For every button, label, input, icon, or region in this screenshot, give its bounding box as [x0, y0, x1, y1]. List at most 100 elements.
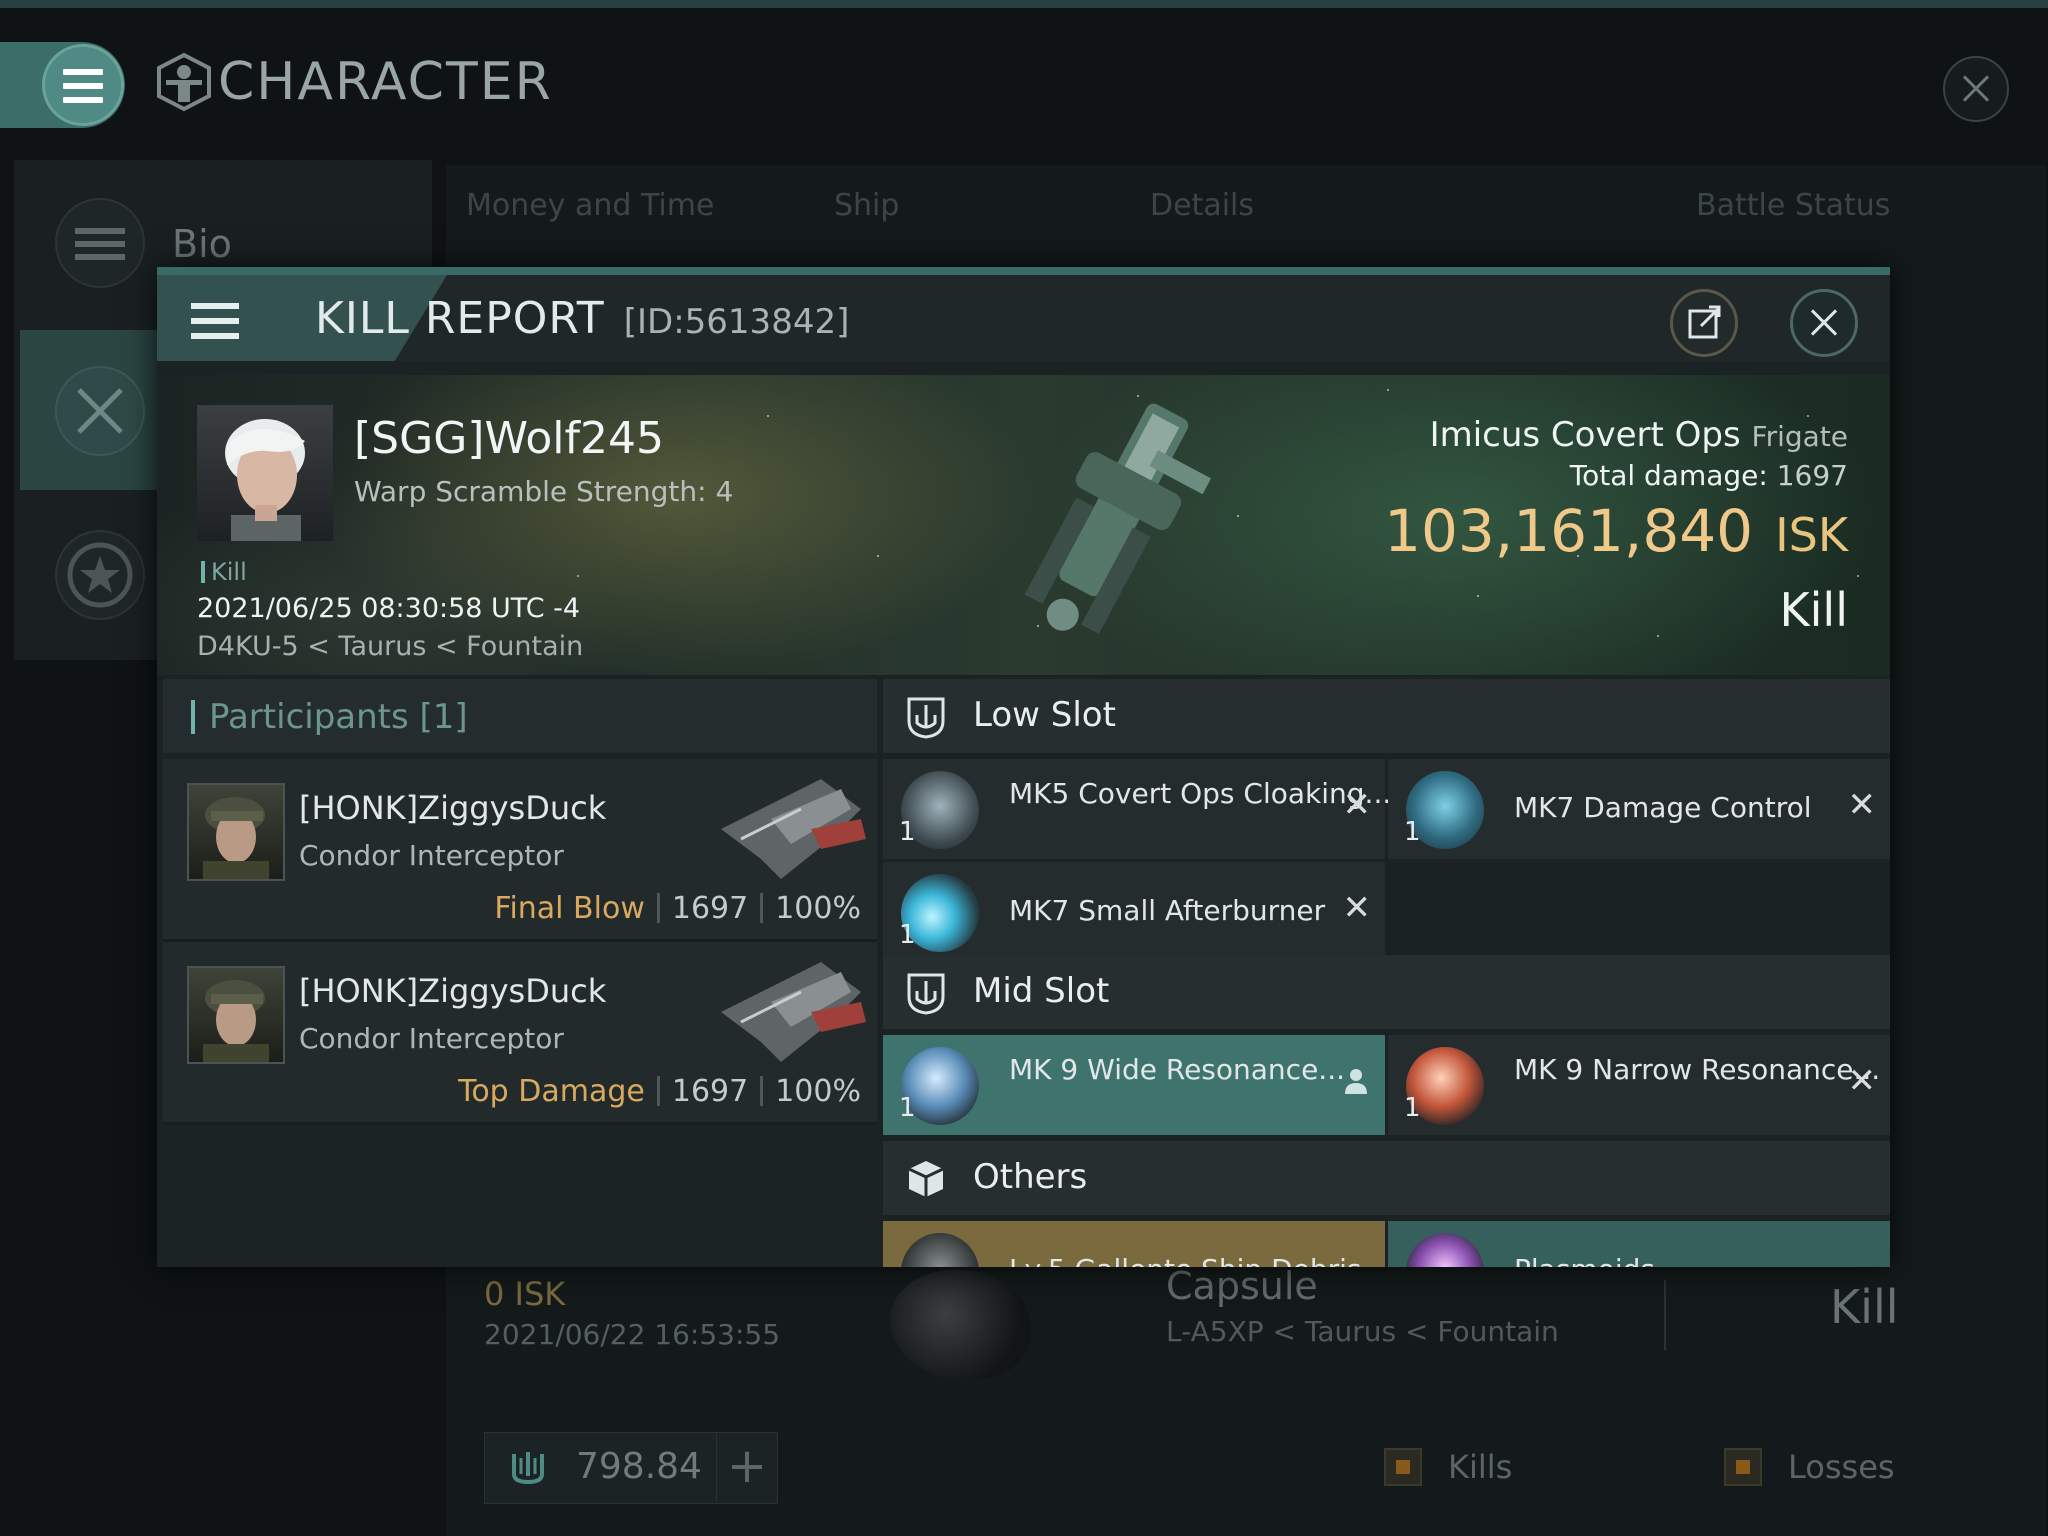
low-slot-item[interactable]: 1 MK7 Small Afterburner ✕: [883, 862, 1385, 962]
victim-name[interactable]: [SGG]Wolf245: [354, 413, 664, 464]
total-damage-line: Total damage: 1697: [1570, 459, 1848, 492]
row-isk: 0 ISK: [484, 1275, 566, 1313]
footer-currency-value: 798.84: [576, 1446, 702, 1487]
share-button[interactable]: [1670, 289, 1738, 357]
victim-ship-name[interactable]: Imicus Covert Ops: [1430, 415, 1741, 455]
modal-title-group: KILL REPORT [ID:5613842]: [315, 293, 849, 344]
low-slot-item[interactable]: 1 MK7 Damage Control ✕: [1388, 759, 1890, 859]
kill-summary-banner: [SGG]Wolf245 Warp Scramble Strength: 4 K…: [157, 375, 1890, 675]
plasmoids-icon: [1406, 1233, 1484, 1267]
star-badge-icon: [67, 542, 133, 608]
item-name: MK 9 Narrow Resonance...: [1514, 1053, 1881, 1086]
cargo-box-icon: [908, 1161, 944, 1197]
victim-ship-image[interactable]: [917, 375, 1297, 675]
participant-avatar: [203, 797, 269, 879]
slot-shield-icon: [907, 697, 945, 739]
legend-kills-label[interactable]: Kills: [1448, 1448, 1512, 1486]
row-ship-name: Capsule: [1166, 1264, 1318, 1308]
modal-close-button[interactable]: [1790, 289, 1858, 357]
others-header: Others: [883, 1141, 1890, 1215]
kill-datetime: 2021/06/25 08:30:58 UTC -4: [197, 593, 581, 624]
participant-ship-image: [721, 962, 866, 1062]
participant-portrait[interactable]: [187, 783, 285, 881]
participant-ship-image: [721, 779, 866, 879]
item-quantity: 1: [899, 920, 916, 950]
participant-avatar: [203, 980, 269, 1062]
column-header-money[interactable]: Money and Time: [466, 188, 714, 223]
item-quantity: 1: [899, 1093, 916, 1123]
destroyed-icon: ✕: [1342, 888, 1372, 928]
participant-row[interactable]: [HONK]ZiggysDuck Condor Interceptor Top …: [163, 942, 877, 1125]
screen-title: CHARACTER: [218, 52, 553, 112]
screen-close-button[interactable]: [1943, 56, 2009, 122]
mid-slot-label: Mid Slot: [973, 971, 1110, 1011]
hamburger-menu-icon: [191, 303, 239, 343]
others-label: Others: [973, 1157, 1088, 1197]
slot-shield-icon: [907, 973, 945, 1015]
footer-add-button[interactable]: +: [716, 1432, 777, 1502]
participant-name[interactable]: [HONK]ZiggysDuck: [299, 789, 606, 827]
row-date: 2021/06/22 16:53:55: [484, 1318, 781, 1351]
modal-accent-line: [157, 267, 1890, 275]
item-quantity: 1: [1404, 1093, 1421, 1123]
column-header-ship[interactable]: Ship: [834, 188, 899, 223]
currency-icon: [512, 1452, 544, 1485]
legend-losses-swatch[interactable]: [1724, 1448, 1762, 1486]
person-icon: [1345, 1069, 1367, 1094]
battle-nav-icon[interactable]: [55, 366, 145, 456]
mid-slot-header: Mid Slot: [883, 955, 1890, 1029]
item-name: MK7 Small Afterburner: [1009, 894, 1326, 927]
legend-losses-label[interactable]: Losses: [1788, 1448, 1895, 1486]
isk-value-line: 103,161,840 ISK: [1384, 497, 1848, 565]
participant-damage: 1697: [671, 891, 749, 926]
item-name: Plasmoids: [1514, 1253, 1655, 1267]
kill-report-id: [ID:5613842]: [623, 302, 850, 342]
participant-ship: Condor Interceptor: [299, 839, 564, 872]
item-name: MK 9 Wide Resonance...: [1009, 1053, 1345, 1086]
modal-title: KILL REPORT: [315, 293, 605, 344]
row-location: L-A5XP < Taurus < Fountain: [1166, 1315, 1559, 1348]
low-slot-header: Low Slot: [883, 679, 1890, 753]
participant-stats: Top Damage 1697 100%: [458, 1074, 861, 1109]
low-slot-item[interactable]: 1 MK5 Covert Ops Cloaking... ✕: [883, 759, 1391, 859]
participant-name[interactable]: [HONK]ZiggysDuck: [299, 972, 606, 1010]
bio-nav-icon[interactable]: [55, 198, 145, 288]
total-damage-label: Total damage:: [1569, 459, 1768, 492]
cargo-item[interactable]: Lv.5 Gallente Ship Debris: [883, 1221, 1385, 1267]
item-name: Lv.5 Gallente Ship Debris: [1009, 1253, 1362, 1267]
low-slot-label: Low Slot: [973, 695, 1116, 735]
participant-row[interactable]: [HONK]ZiggysDuck Condor Interceptor Fina…: [163, 759, 877, 942]
top-accent-line: [0, 0, 2048, 8]
isk-value: 103,161,840: [1384, 497, 1754, 565]
side-nav-bio-label[interactable]: Bio: [172, 222, 232, 266]
legend-kills-swatch[interactable]: [1384, 1448, 1422, 1486]
participant-role: Final Blow: [494, 891, 645, 926]
kill-location: D4KU-5 < Taurus < Fountain: [197, 631, 584, 662]
item-quantity: 1: [899, 817, 916, 847]
share-icon: [1688, 305, 1721, 339]
kill-tag: Kill: [201, 558, 247, 586]
mid-slot-item[interactable]: 1 MK 9 Narrow Resonance... ✕: [1388, 1035, 1890, 1135]
victim-avatar: [225, 419, 305, 541]
total-damage-value: 1697: [1776, 459, 1848, 492]
participant-role: Top Damage: [458, 1074, 645, 1109]
victim-portrait[interactable]: [197, 405, 333, 541]
participant-portrait[interactable]: [187, 966, 285, 1064]
isk-unit: ISK: [1775, 508, 1848, 562]
item-quantity: 1: [1404, 817, 1421, 847]
participants-panel: Participants [1] [HONK]ZiggysDuck Condor…: [163, 679, 877, 1267]
participants-title: Participants [1]: [191, 697, 468, 737]
ship-debris-icon: [901, 1233, 979, 1267]
column-header-battle-status[interactable]: Battle Status: [1696, 188, 1890, 223]
column-header-details[interactable]: Details: [1150, 188, 1254, 223]
mid-slot-item[interactable]: 1 MK 9 Wide Resonance...: [883, 1035, 1385, 1135]
participant-percent: 100%: [775, 1074, 861, 1109]
cargo-item[interactable]: Plasmoids: [1388, 1221, 1890, 1267]
row-divider: [1664, 1280, 1666, 1350]
item-name: MK7 Damage Control: [1514, 791, 1812, 824]
destroyed-icon: ✕: [1342, 785, 1372, 825]
main-menu-button[interactable]: [42, 44, 124, 126]
character-icon: [157, 52, 211, 112]
medal-nav-icon[interactable]: [55, 530, 145, 620]
destroyed-icon: ✕: [1847, 785, 1877, 825]
